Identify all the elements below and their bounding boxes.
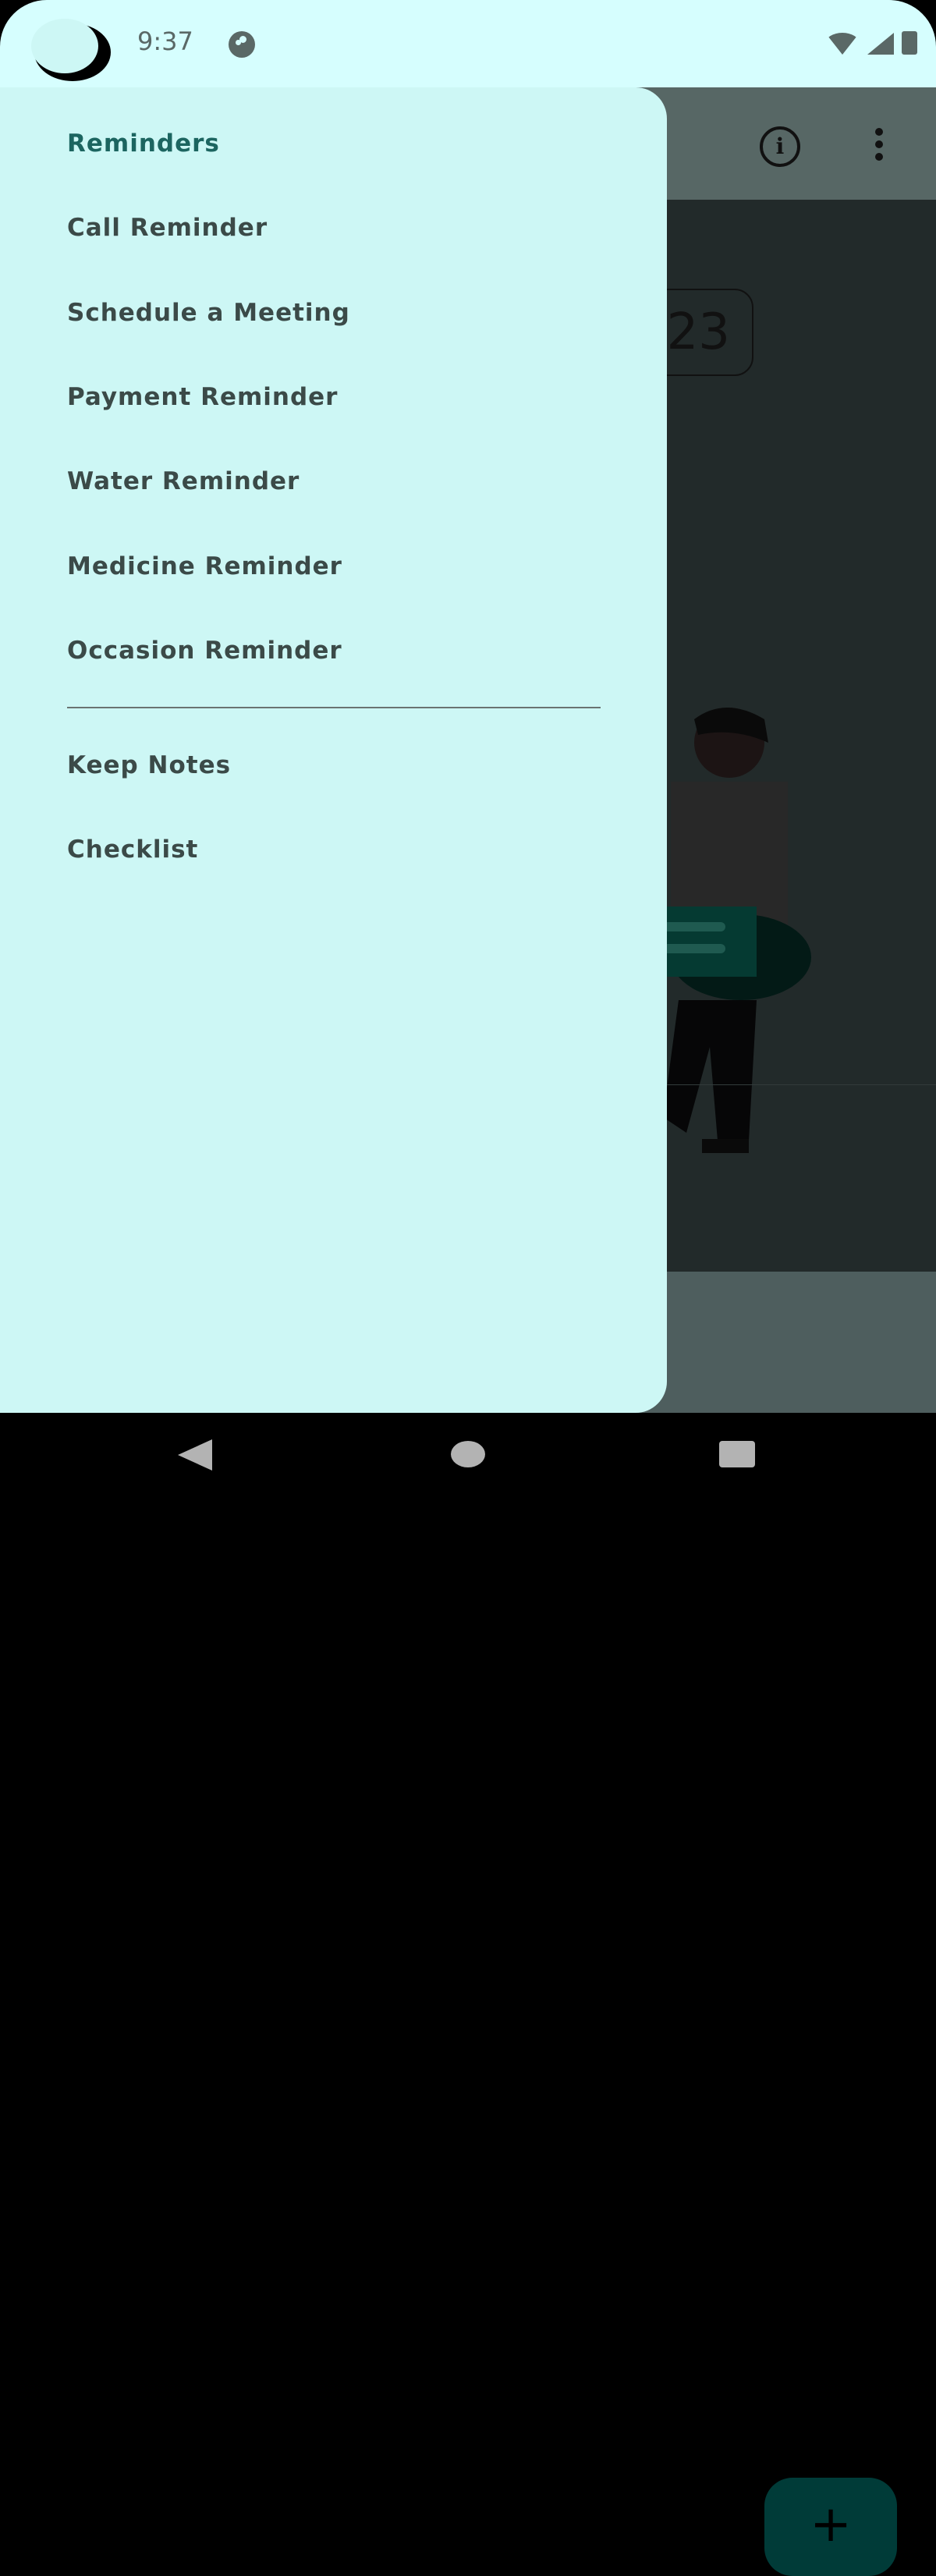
battery-icon (902, 31, 917, 55)
navigation-drawer: Reminders Call Reminder Schedule a Meeti… (0, 87, 667, 1413)
signal-icon (867, 33, 894, 55)
notification-icon (229, 31, 255, 58)
home-icon[interactable] (451, 1441, 485, 1467)
more-vert-icon[interactable] (875, 128, 891, 165)
floor-line (667, 1084, 936, 1085)
drawer-item-call-reminder[interactable]: Call Reminder (67, 214, 268, 242)
drawer-item-keep-notes[interactable]: Keep Notes (67, 751, 231, 779)
recents-icon[interactable] (719, 1441, 755, 1467)
person-illustration (655, 708, 811, 1153)
status-time: 9:37 (137, 27, 193, 56)
system-nav-bar (0, 1413, 936, 1498)
drawer-item-medicine-reminder[interactable]: Medicine Reminder (67, 552, 342, 580)
drawer-item-payment-reminder[interactable]: Payment Reminder (67, 383, 338, 411)
drawer-item-schedule-meeting[interactable]: Schedule a Meeting (67, 299, 350, 327)
status-bar: 9:37 (0, 0, 936, 87)
drawer-item-checklist[interactable]: Checklist (67, 836, 198, 864)
info-icon[interactable]: i (760, 126, 800, 167)
add-fab-button[interactable]: + (764, 2478, 897, 2576)
wifi-icon (825, 33, 860, 55)
camera-cutout (31, 19, 111, 81)
drawer-item-reminders[interactable]: Reminders (67, 130, 220, 158)
drawer-item-water-reminder[interactable]: Water Reminder (67, 467, 300, 495)
drawer-item-occasion-reminder[interactable]: Occasion Reminder (67, 637, 342, 665)
back-icon[interactable] (178, 1439, 212, 1471)
drawer-divider (67, 707, 601, 708)
